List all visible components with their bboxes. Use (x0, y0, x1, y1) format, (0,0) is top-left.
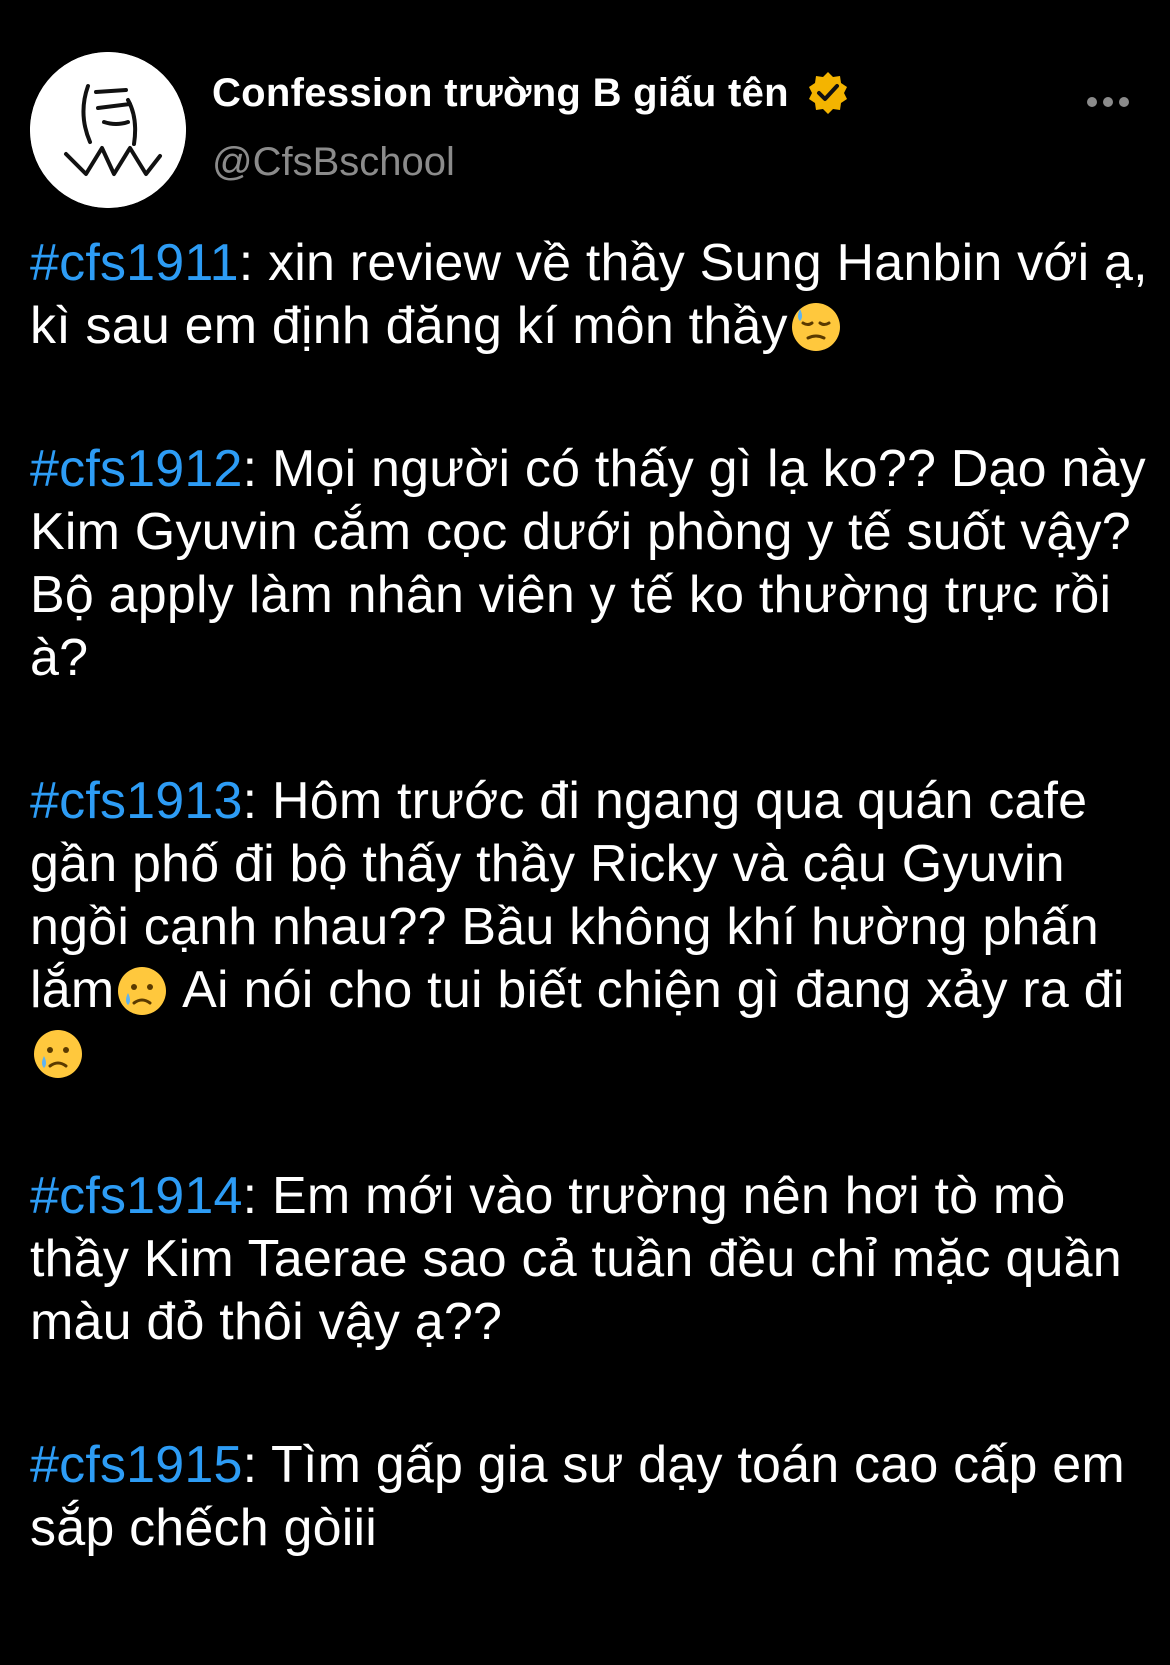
hashtag-link[interactable]: #cfs1912 (30, 440, 243, 498)
name-row: Confession trường B giấu tên (212, 70, 851, 116)
tweet-body: #cfs1911: xin review về thầy Sung Hanbin… (30, 232, 1150, 1640)
verified-badge-icon (805, 70, 851, 116)
hashtag-link[interactable]: #cfs1911 (30, 234, 239, 292)
sad-but-relieved-face-emoji (116, 965, 168, 1017)
account-handle[interactable]: @CfsBschool (212, 140, 455, 185)
tweet-header: Confession trường B giấu tên @CfsBschool (30, 52, 1140, 212)
downcast-face-with-sweat-emoji (790, 301, 842, 353)
hashtag-link[interactable]: #cfs1913 (30, 772, 243, 830)
hashtag-link[interactable]: #cfs1915 (30, 1436, 243, 1494)
more-options-icon[interactable] (1080, 82, 1140, 122)
confession-1913: #cfs1913: Hôm trước đi ngang qua quán ca… (30, 770, 1150, 1085)
display-name[interactable]: Confession trường B giấu tên (212, 71, 789, 116)
doodle-face-avatar[interactable] (30, 52, 186, 208)
confession-1911: #cfs1911: xin review về thầy Sung Hanbin… (30, 232, 1150, 358)
confession-1915: #cfs1915: Tìm gấp gia sư dạy toán cao cấ… (30, 1434, 1150, 1560)
confession-text: Ai nói cho tui biết chiện gì đang xảy ra… (170, 961, 1125, 1019)
confession-1914: #cfs1914: Em mới vào trường nên hơi tò m… (30, 1165, 1150, 1354)
confession-1912: #cfs1912: Mọi người có thấy gì lạ ko?? D… (30, 438, 1150, 690)
hashtag-link[interactable]: #cfs1914 (30, 1167, 243, 1225)
sad-but-relieved-face-emoji (32, 1028, 84, 1080)
